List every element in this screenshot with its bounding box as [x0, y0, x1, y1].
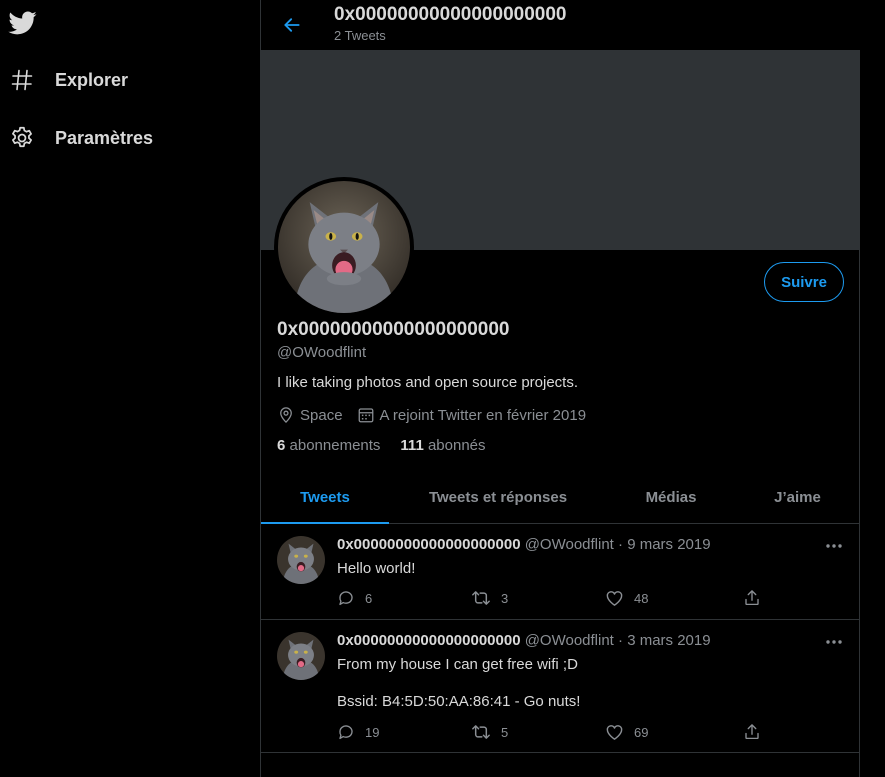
profile-bio: I like taking photos and open source pro…: [277, 374, 579, 391]
tab-media[interactable]: Médias: [607, 471, 735, 523]
profile-avatar[interactable]: [274, 177, 414, 317]
cat-avatar-image: [278, 181, 410, 313]
retweet-button[interactable]: 3: [471, 588, 508, 608]
profile-header-bar: 0x00000000000000000000 2 Tweets: [261, 0, 860, 50]
tab-tweets-replies[interactable]: Tweets et réponses: [389, 471, 607, 523]
retweet-icon: [472, 725, 490, 739]
twitter-logo-icon[interactable]: [7, 8, 37, 38]
tweet-author-name[interactable]: 0x00000000000000000000: [337, 536, 521, 553]
tweet-text: Hello world!: [337, 559, 415, 579]
tweet-text: From my house I can get free wifi ;D Bss…: [337, 655, 580, 712]
tweet[interactable]: 0x00000000000000000000 @OWoodflint · 3 m…: [261, 620, 860, 753]
more-options-icon[interactable]: [824, 536, 844, 556]
joined-text: A rejoint Twitter en février 2019: [379, 406, 587, 424]
like-count: 69: [634, 724, 649, 740]
retweet-count: 5: [501, 724, 509, 740]
share-button[interactable]: [743, 588, 761, 608]
profile-joined: A rejoint Twitter en février 2019: [357, 406, 587, 424]
like-count: 48: [634, 590, 649, 606]
share-button[interactable]: [743, 722, 761, 742]
share-icon: [745, 724, 759, 740]
reply-icon: [339, 725, 353, 740]
sidebar-item-label: Paramètres: [55, 127, 154, 148]
retweet-button[interactable]: 5: [471, 722, 508, 742]
tweet-count: 2 Tweets: [334, 28, 386, 43]
hashtag-icon: [8, 66, 36, 94]
share-icon: [745, 590, 759, 606]
sidebar-item-label: Explorer: [55, 69, 129, 90]
reply-icon: [339, 591, 353, 606]
like-button[interactable]: 69: [605, 722, 648, 742]
retweet-count: 3: [501, 590, 509, 606]
tweet-actions: 6 3 48: [337, 588, 767, 608]
reply-count: 6: [365, 590, 373, 606]
avatar[interactable]: [277, 632, 325, 680]
sidebar: Explorer Paramètres: [0, 0, 260, 777]
heart-icon: [606, 591, 623, 606]
tweet-author-name[interactable]: 0x00000000000000000000: [337, 632, 521, 649]
profile-column: 0x00000000000000000000 2 Tweets Suivre 0…: [260, 0, 860, 777]
tweet-date[interactable]: 9 mars 2019: [627, 536, 710, 553]
profile-stats: 6 abonnements 111 abonnés: [277, 437, 506, 454]
heart-icon: [606, 725, 623, 740]
followers-count: 111: [400, 437, 424, 454]
tweet-text-line: [337, 675, 580, 692]
sidebar-item-parametres[interactable]: Paramètres: [8, 120, 153, 156]
tweet-separator: ·: [618, 632, 624, 649]
page-title: 0x00000000000000000000: [334, 4, 567, 25]
following-label: abonnements: [289, 437, 381, 454]
follow-button[interactable]: Suivre: [764, 262, 844, 302]
followers-link[interactable]: 111 abonnés: [400, 437, 485, 454]
tweet-actions: 19 5 69: [337, 722, 767, 742]
gear-icon: [8, 124, 36, 152]
profile-handle: @OWoodflint: [277, 344, 367, 361]
followers-label: abonnés: [427, 437, 486, 454]
location-pin-icon: [277, 406, 300, 424]
tweet-author-handle[interactable]: @OWoodflint: [525, 632, 614, 649]
profile-name: 0x00000000000000000000: [277, 319, 510, 340]
calendar-icon: [357, 406, 380, 424]
tweet[interactable]: 0x00000000000000000000 @OWoodflint · 9 m…: [261, 524, 860, 620]
tweet-header: 0x00000000000000000000 @OWoodflint · 9 m…: [337, 536, 711, 553]
tweet-header: 0x00000000000000000000 @OWoodflint · 3 m…: [337, 632, 711, 649]
back-arrow-icon[interactable]: [278, 11, 306, 39]
profile-meta: Space A rejoint Twitter en février 2019: [277, 404, 586, 426]
reply-count: 19: [365, 724, 380, 740]
location-text: Space: [300, 406, 343, 424]
cat-avatar-image: [277, 536, 325, 584]
tweet-separator: ·: [618, 536, 624, 553]
profile-location: Space: [277, 406, 343, 424]
tweet-text-line: From my house I can get free wifi ;D: [337, 656, 578, 673]
sidebar-item-explorer[interactable]: Explorer: [8, 62, 128, 98]
tweet-author-handle[interactable]: @OWoodflint: [525, 536, 614, 553]
tweet-text-line: Hello world!: [337, 560, 416, 577]
tweet-text-line: Bssid: B4:5D:50:AA:86:41 - Go nuts!: [337, 693, 581, 710]
reply-button[interactable]: 19: [337, 722, 379, 742]
like-button[interactable]: 48: [605, 588, 648, 608]
following-link[interactable]: 6 abonnements: [277, 437, 380, 454]
tweet-date[interactable]: 3 mars 2019: [627, 632, 710, 649]
reply-button[interactable]: 6: [337, 588, 372, 608]
retweet-icon: [472, 591, 490, 605]
tab-tweets[interactable]: Tweets: [261, 471, 389, 524]
more-options-icon[interactable]: [824, 632, 844, 652]
profile-tabs: Tweets Tweets et réponses Médias J’aime: [261, 471, 860, 524]
cat-avatar-image: [277, 632, 325, 680]
tab-likes[interactable]: J’aime: [735, 471, 860, 523]
following-count: 6: [277, 437, 286, 454]
avatar[interactable]: [277, 536, 325, 584]
